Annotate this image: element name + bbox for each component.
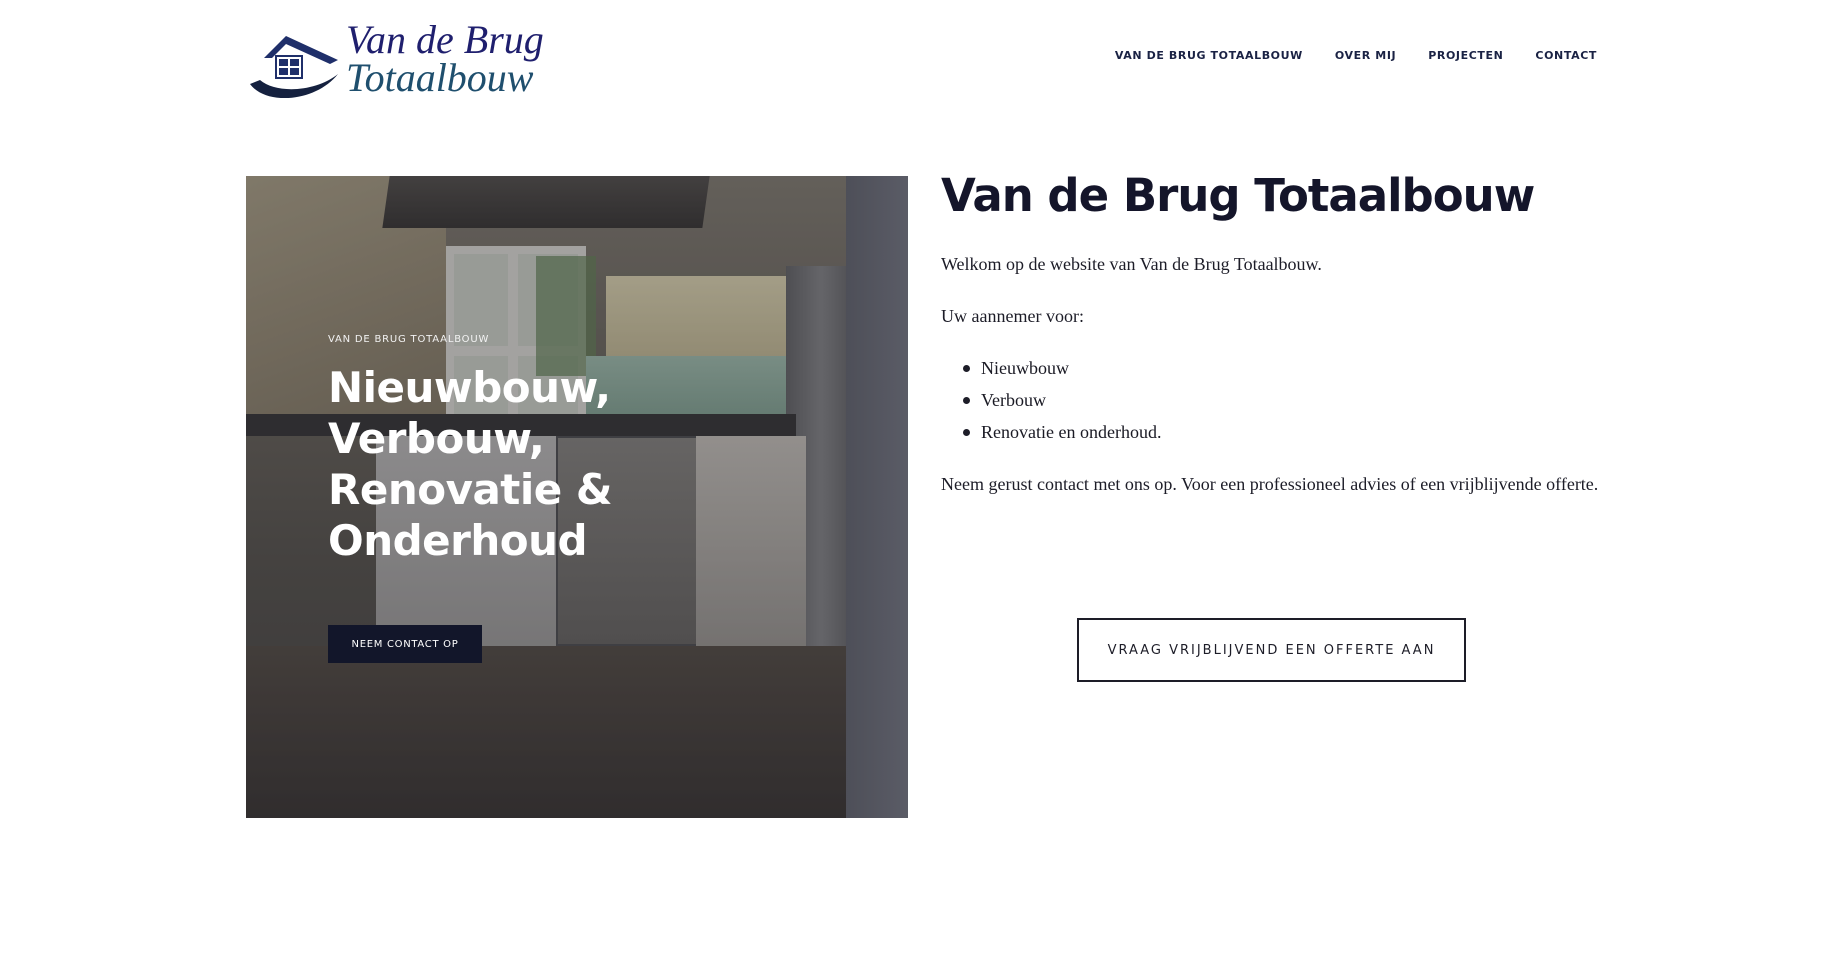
intro-section: Van de Brug Totaalbouw Welkom op de webs… [941, 168, 1601, 500]
hero-eyebrow: VAN DE BRUG TOTAALBOUW [328, 334, 490, 345]
closing-text: Neem gerust contact met ons op. Voor een… [941, 474, 1599, 494]
site-logo[interactable]: Van de Brug Totaalbouw [246, 14, 544, 100]
list-item: Verbouw [963, 384, 1601, 416]
list-item: Renovatie en onderhoud. [963, 416, 1601, 448]
hero-headline-line: Nieuwbouw, [328, 363, 611, 412]
nav-item-about[interactable]: OVER MIJ [1335, 49, 1396, 62]
intro-text: Uw aannemer voor: [941, 306, 1084, 326]
house-logo-icon [250, 36, 338, 98]
main-nav: VAN DE BRUG TOTAALBOUW OVER MIJ PROJECTE… [1083, 49, 1597, 62]
hero-headline-line: Renovatie & [328, 465, 613, 514]
hero-banner: VAN DE BRUG TOTAALBOUW Nieuwbouw, Verbou… [246, 176, 908, 818]
nav-item-contact[interactable]: CONTACT [1535, 49, 1597, 62]
logo-subtitle: Totaalbouw [346, 55, 534, 100]
services-list: Nieuwbouw Verbouw Renovatie en onderhoud… [941, 352, 1601, 448]
hero-headline: Nieuwbouw, Verbouw, Renovatie & Onderhou… [328, 362, 668, 566]
request-quote-button[interactable]: VRAAG VRIJBLIJVEND EEN OFFERTE AAN [1077, 618, 1466, 682]
list-item: Nieuwbouw [963, 352, 1601, 384]
welcome-text: Welkom op de website van Van de Brug Tot… [941, 254, 1322, 274]
contact-cta-button[interactable]: NEEM CONTACT OP [328, 625, 482, 663]
hero-headline-line: Onderhoud [328, 516, 588, 565]
nav-item-home[interactable]: VAN DE BRUG TOTAALBOUW [1115, 49, 1303, 62]
page-title: Van de Brug Totaalbouw [941, 169, 1535, 222]
hero-headline-line: Verbouw, [328, 414, 545, 463]
nav-item-projects[interactable]: PROJECTEN [1428, 49, 1503, 62]
